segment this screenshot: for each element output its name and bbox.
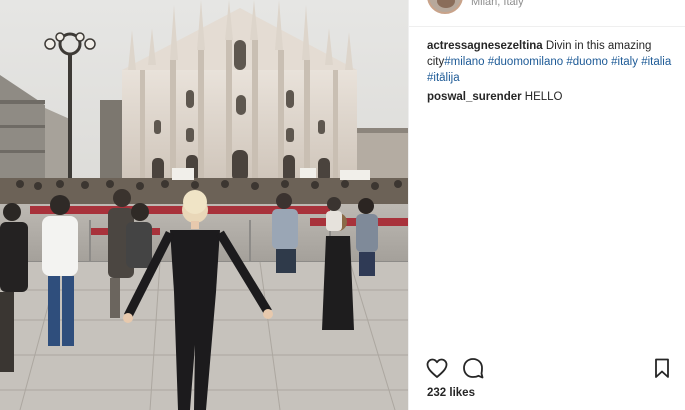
comment-username[interactable]: poswal_surender bbox=[427, 91, 522, 103]
location-label[interactable]: Milan, Italy bbox=[471, 0, 524, 8]
action-bar bbox=[409, 356, 685, 382]
speech-bubble-icon bbox=[463, 358, 484, 379]
hashtag-italija[interactable]: #itālija bbox=[427, 72, 460, 84]
heart-outline-icon bbox=[426, 358, 448, 378]
comment-item: poswal_surender HELLO bbox=[427, 89, 679, 105]
post-info-panel: Milan, Italy actressagnesezeltina Divin … bbox=[409, 0, 685, 410]
comment-button[interactable] bbox=[461, 356, 485, 380]
hashtag-milano[interactable]: #milano bbox=[444, 56, 484, 68]
save-button[interactable] bbox=[650, 356, 674, 380]
likes-count[interactable]: 232 likes bbox=[427, 387, 475, 399]
avatar[interactable] bbox=[427, 0, 463, 14]
post-header: Milan, Italy bbox=[409, 0, 685, 27]
comment-text: HELLO bbox=[521, 91, 563, 103]
hashtag-italia[interactable]: #italia bbox=[641, 56, 671, 68]
bookmark-icon bbox=[655, 358, 669, 378]
caption-username[interactable]: actressagnesezeltina bbox=[427, 40, 543, 52]
like-button[interactable] bbox=[425, 356, 449, 380]
caption: actressagnesezeltina Divin in this amazi… bbox=[427, 38, 679, 86]
hashtag-italy[interactable]: #italy bbox=[611, 56, 638, 68]
hashtag-duomomilano[interactable]: #duomomilano bbox=[488, 56, 563, 68]
milan-cathedral-photo bbox=[0, 0, 408, 410]
post-photo[interactable] bbox=[0, 0, 408, 410]
hashtag-duomo[interactable]: #duomo bbox=[566, 56, 608, 68]
